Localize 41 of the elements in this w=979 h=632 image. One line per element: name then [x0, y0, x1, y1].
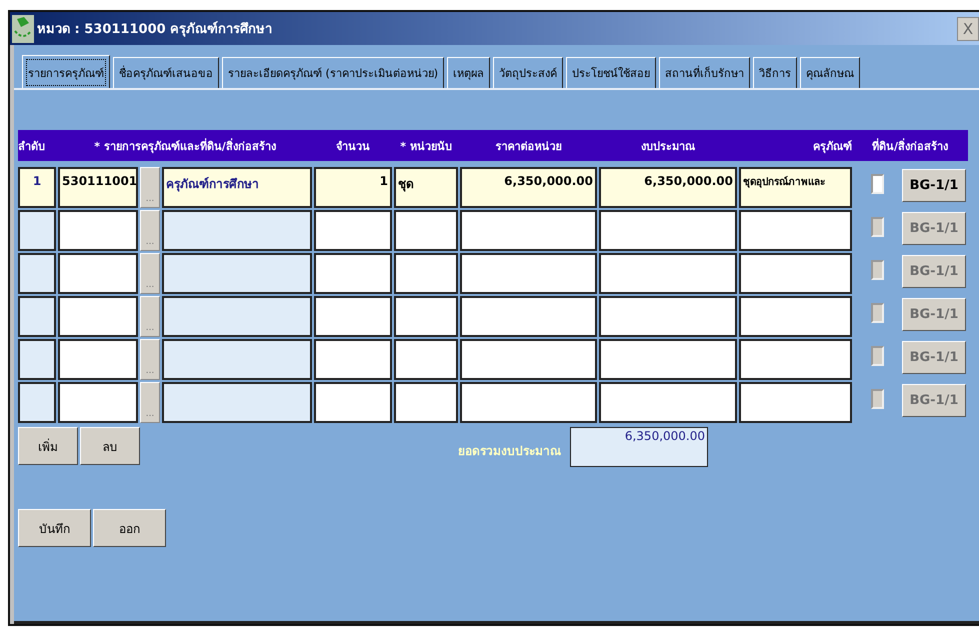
land-checkbox[interactable] — [870, 174, 884, 194]
table-cell — [394, 296, 458, 337]
table-cell: ชุดอุปกรณ์ภาพและ — [739, 167, 852, 208]
column-header: * รายการครุภัณฑ์และที่ดิน/สิ่งก่อสร้าง — [93, 137, 277, 154]
table-cell — [394, 210, 458, 251]
close-button[interactable]: X — [957, 16, 979, 40]
total-field: 6,350,000.00 — [570, 427, 708, 467]
column-header: ราคาต่อหน่วย — [494, 138, 562, 154]
column-header: ลำดับ — [18, 138, 46, 154]
table-cell: 6,350,000.00 — [460, 167, 597, 208]
app-icon — [12, 14, 34, 42]
total-label: ยอดรวมงบประมาณ — [458, 443, 561, 460]
save-button[interactable]: บันทึก — [18, 509, 91, 547]
add-button[interactable]: เพิ่ม — [18, 427, 78, 465]
column-header: จำนวน — [335, 138, 371, 154]
tab[interactable]: รายละเอียดครุภัณฑ์ (ราคาประเมินต่อหน่วย) — [222, 57, 444, 88]
table-cell: 1 — [314, 167, 392, 208]
tab[interactable]: ชื่อครุภัณฑ์เสนอขอ — [113, 57, 219, 88]
table-cell: 530111001 — [58, 167, 138, 208]
table-cell — [394, 339, 458, 380]
tab[interactable]: รายการครุภัณฑ์ — [22, 55, 110, 88]
bg-button[interactable]: BG-1/1 — [902, 169, 966, 202]
table-cell: ครุภัณฑ์การศึกษา — [162, 167, 312, 208]
tab[interactable]: คุณลักษณ — [800, 57, 860, 88]
column-header: ครุภัณฑ์ — [812, 138, 852, 154]
exit-button[interactable]: ออก — [93, 509, 166, 547]
tab[interactable]: วิธีการ — [753, 57, 798, 88]
table-cell: 6,350,000.00 — [599, 167, 737, 208]
table-cell: 1 — [18, 167, 56, 208]
table-cell — [394, 382, 458, 423]
tab[interactable]: เหตุผล — [447, 57, 490, 88]
tab[interactable]: สถานที่เก็บรักษา — [659, 57, 750, 88]
window-title: หมวด : 530111000 ครุภัณฑ์การศึกษา — [37, 20, 274, 39]
table-cell: ชุด — [394, 167, 458, 208]
column-header: ที่ดิน/สิ่งก่อสร้าง — [870, 137, 950, 154]
delete-button[interactable]: ลบ — [80, 427, 140, 465]
column-header: งบประมาณ — [640, 138, 696, 154]
column-header: * หน่วยนับ — [399, 138, 453, 154]
tab[interactable]: วัตถุประสงค์ — [493, 57, 564, 88]
tab[interactable]: ประโยชน์ใช้สอย — [566, 57, 656, 88]
table-cell — [394, 253, 458, 294]
